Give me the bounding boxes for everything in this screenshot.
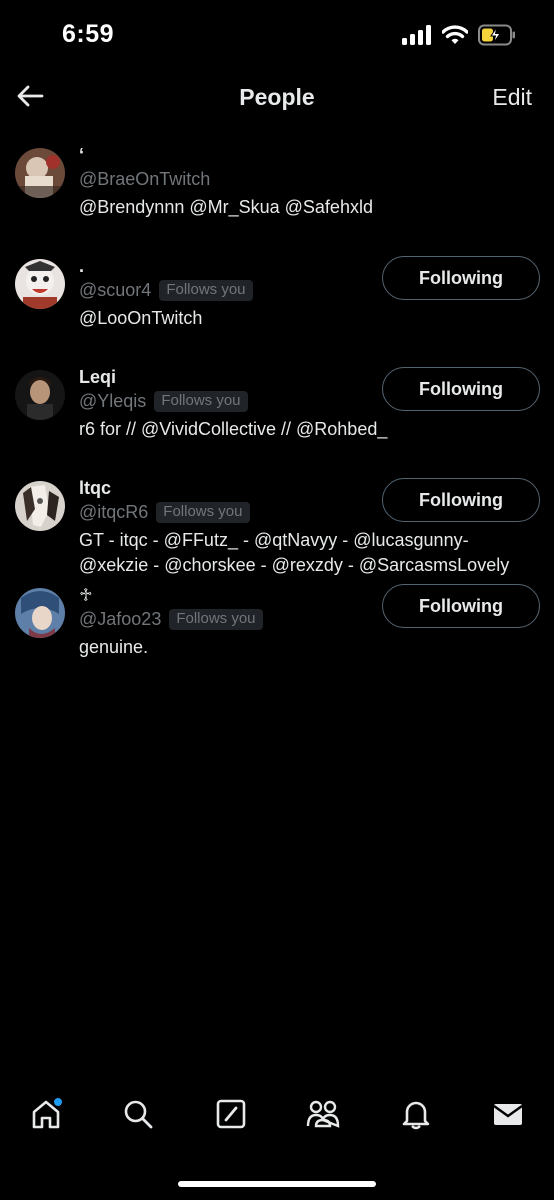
status-time: 6:59 bbox=[62, 20, 115, 48]
bio-line: r6 for // @VividCollective // @Rohbed_ bbox=[79, 419, 388, 439]
new-posts-dot bbox=[54, 1098, 62, 1106]
tab-search[interactable] bbox=[118, 1096, 158, 1136]
edit-button[interactable]: Edit bbox=[492, 84, 532, 111]
status-bar: 6:59 bbox=[0, 0, 554, 70]
bio-line: genuine. bbox=[79, 637, 149, 657]
tab-notifications[interactable] bbox=[396, 1096, 436, 1136]
search-icon bbox=[122, 1098, 154, 1135]
messages-icon bbox=[492, 1098, 524, 1135]
following-button[interactable]: Following bbox=[382, 584, 540, 628]
handle[interactable]: @Yleqis bbox=[79, 391, 146, 412]
avatar[interactable] bbox=[15, 370, 65, 420]
handle[interactable]: @Jafoo23 bbox=[79, 609, 161, 630]
bio: @LooOnTwitch bbox=[79, 306, 540, 331]
bio-line: GT - itqc - @FFutz_ - @qtNavyy - @lucasg… bbox=[79, 530, 469, 550]
bio: GT - itqc - @FFutz_ - @qtNavyy - @lucasg… bbox=[79, 528, 540, 578]
tab-communities[interactable] bbox=[303, 1096, 343, 1136]
person-row[interactable]: . @scuor4 Follows you @LooOnTwitch Follo… bbox=[0, 242, 554, 353]
display-name[interactable]: ‘ bbox=[79, 144, 540, 166]
home-indicator[interactable] bbox=[178, 1181, 376, 1187]
follows-you-badge: Follows you bbox=[156, 501, 250, 523]
cellular-signal-icon bbox=[402, 25, 432, 50]
following-button[interactable]: Following bbox=[382, 367, 540, 411]
person-row[interactable]: Leqi @Yleqis Follows you r6 for // @Vivi… bbox=[0, 353, 554, 464]
bio-line: @Brendynnn @Mr_Skua @Safehxld bbox=[79, 197, 373, 217]
handle[interactable]: @itqcR6 bbox=[79, 502, 148, 523]
handle[interactable]: @BraeOnTwitch bbox=[79, 169, 210, 190]
tab-home[interactable] bbox=[26, 1096, 66, 1136]
status-icons bbox=[402, 24, 516, 51]
bio: genuine. bbox=[79, 635, 540, 660]
communities-icon bbox=[306, 1098, 340, 1135]
following-button[interactable]: Following bbox=[382, 478, 540, 522]
tab-messages[interactable] bbox=[488, 1096, 528, 1136]
handle-row: @BraeOnTwitch bbox=[79, 166, 540, 192]
people-list: ‘ @BraeOnTwitch @Brendynnn @Mr_Skua @Saf… bbox=[0, 131, 554, 700]
following-button[interactable]: Following bbox=[382, 256, 540, 300]
people-screen: 6:59 People Edit ‘ @BraeOnTwitch @Brendy… bbox=[0, 0, 554, 1200]
page-title: People bbox=[239, 84, 315, 110]
follows-you-badge: Follows you bbox=[159, 279, 253, 301]
avatar[interactable] bbox=[15, 481, 65, 531]
bio-line: @xekzie - @chorskee - @rexzdy - @Sarcasm… bbox=[79, 555, 510, 575]
tab-compose[interactable] bbox=[211, 1096, 251, 1136]
top-nav-header: People Edit bbox=[0, 70, 554, 130]
person-row[interactable]: ‘ @BraeOnTwitch @Brendynnn @Mr_Skua @Saf… bbox=[0, 131, 554, 242]
person-info: ‘ @BraeOnTwitch @Brendynnn @Mr_Skua @Saf… bbox=[79, 144, 540, 220]
person-row[interactable]: ltqc @itqcR6 Follows you GT - itqc - @FF… bbox=[0, 464, 554, 600]
bio: @Brendynnn @Mr_Skua @Safehxld bbox=[79, 195, 540, 220]
bottom-tab-bar bbox=[0, 1082, 554, 1152]
bio-line: @LooOnTwitch bbox=[79, 308, 203, 328]
person-row[interactable]: ♱ @Jafoo23 Follows you genuine. Followin… bbox=[0, 584, 554, 700]
avatar[interactable] bbox=[15, 148, 65, 198]
handle[interactable]: @scuor4 bbox=[79, 280, 151, 301]
compose-icon bbox=[215, 1098, 247, 1135]
follows-you-badge: Follows you bbox=[154, 390, 248, 412]
wifi-icon bbox=[441, 25, 469, 50]
avatar[interactable] bbox=[15, 259, 65, 309]
bio: r6 for // @VividCollective // @Rohbed_ bbox=[79, 417, 540, 442]
follows-you-badge: Follows you bbox=[169, 608, 263, 630]
battery-charging-icon bbox=[478, 24, 516, 51]
notifications-icon bbox=[400, 1098, 432, 1135]
avatar[interactable] bbox=[15, 588, 65, 638]
